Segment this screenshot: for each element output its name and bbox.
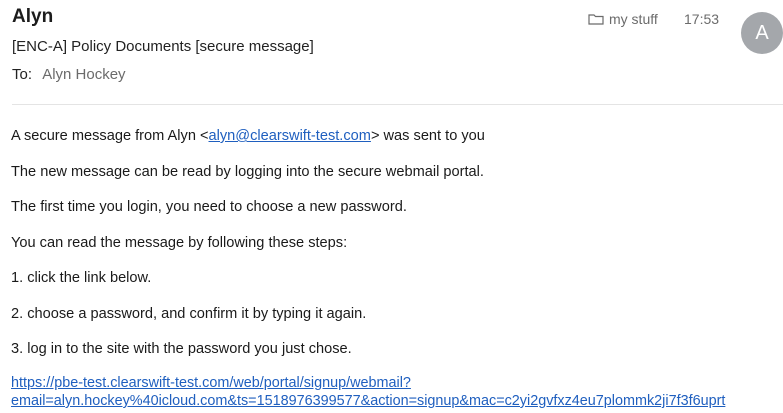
step-3: 3. log in to the site with the password … bbox=[11, 341, 352, 357]
message-time: 17:53 bbox=[684, 11, 720, 27]
recipient-row: To: Alyn Hockey bbox=[12, 66, 126, 83]
body-line-steps: You can read the message by following th… bbox=[11, 235, 348, 251]
avatar[interactable]: A bbox=[741, 12, 783, 54]
recipient-name[interactable]: Alyn Hockey bbox=[42, 66, 125, 83]
message-header: Alyn [ENC-A] Policy Documents [secure me… bbox=[0, 0, 783, 104]
body-line-portal: The new message can be read by logging i… bbox=[11, 164, 484, 180]
intro-suffix: > was sent to you bbox=[370, 128, 485, 144]
folder-icon bbox=[588, 14, 604, 25]
step-1: 1. click the link below. bbox=[11, 270, 152, 286]
to-label: To: bbox=[12, 66, 33, 83]
folder-label: my stuff bbox=[609, 11, 658, 27]
folder-tag[interactable]: my stuff bbox=[588, 11, 658, 27]
sender-email-link[interactable]: alyn@clearswift-test.com bbox=[209, 128, 371, 144]
header-divider bbox=[12, 104, 783, 105]
message-subject: [ENC-A] Policy Documents [secure message… bbox=[12, 38, 314, 55]
body-line-password: The first time you login, you need to ch… bbox=[11, 199, 407, 215]
step-2: 2. choose a password, and confirm it by … bbox=[11, 306, 367, 322]
signup-link-line-1[interactable]: https://pbe-test.clearswift-test.com/web… bbox=[11, 375, 411, 391]
signup-link-line-2[interactable]: email=alyn.hockey%40icloud.com&ts=151897… bbox=[11, 393, 725, 409]
sender-name[interactable]: Alyn bbox=[12, 6, 53, 28]
intro-line: A secure message from Alyn <alyn@clearsw… bbox=[11, 128, 485, 144]
intro-prefix: A secure message from Alyn < bbox=[11, 128, 209, 144]
